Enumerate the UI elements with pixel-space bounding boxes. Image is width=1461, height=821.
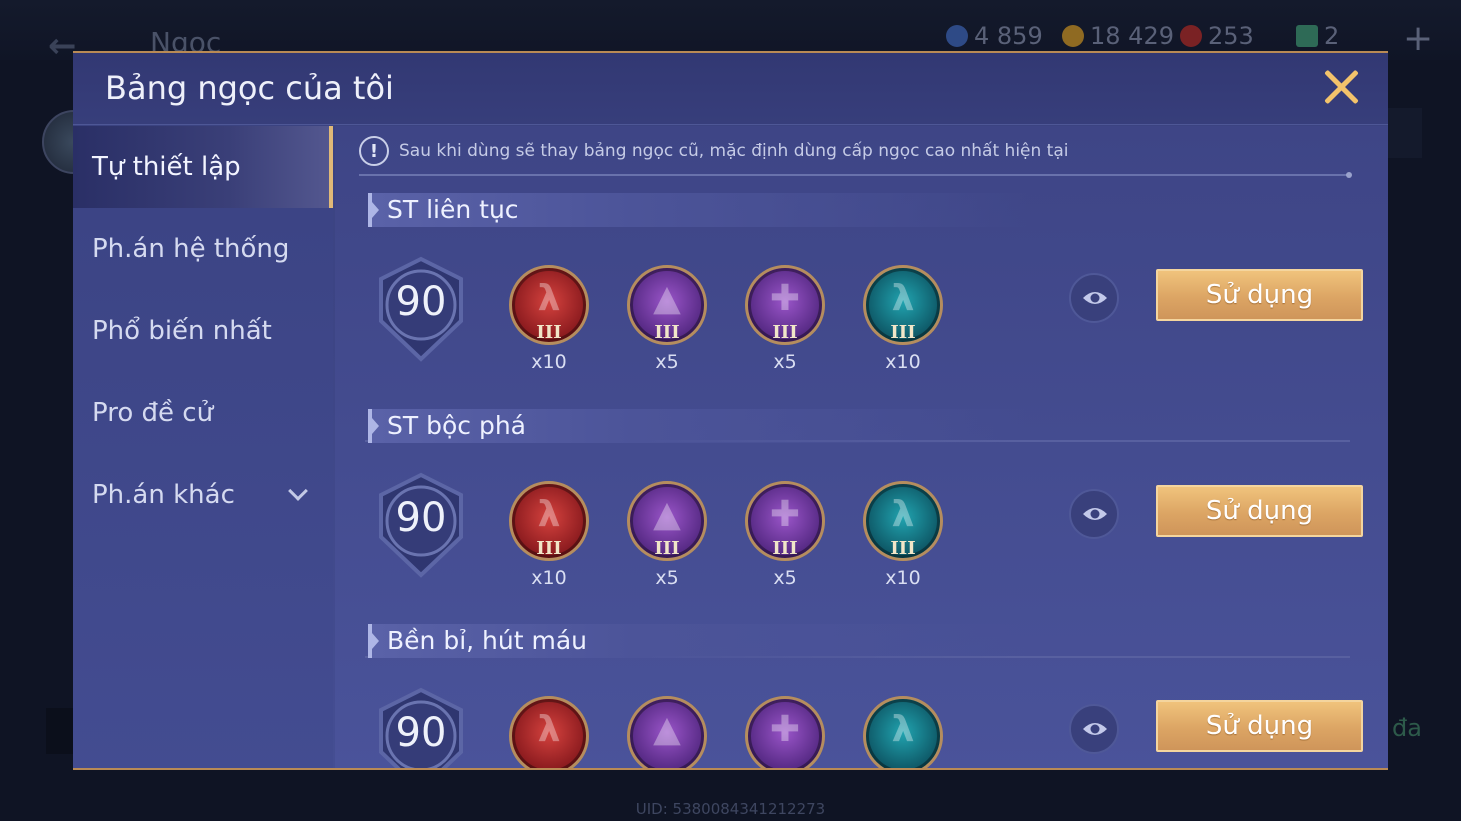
card-icon — [1296, 25, 1318, 47]
preset-row: ST liên tục 90 λ III x10 ▲ III x5 ✚ III … — [365, 193, 1365, 442]
gem-count: x10 — [531, 567, 567, 589]
gem-count: x5 — [773, 351, 797, 373]
gem-tier: III — [890, 322, 916, 343]
gem-slot: ▲ III x5 — [627, 265, 707, 373]
gem-count: x5 — [655, 351, 679, 373]
sidebar: Tự thiết lập Ph.án hệ thống Phổ biến nhấ… — [73, 126, 333, 768]
gem-slot: ▲ III x5 — [627, 481, 707, 589]
gem-count: x10 — [885, 567, 921, 589]
gold-coin-icon — [1062, 25, 1084, 47]
currency-blue-gem: 4 859 — [946, 22, 1043, 50]
notice-text: Sau khi dùng sẽ thay bảng ngọc cũ, mặc đ… — [399, 141, 1069, 161]
red-gem-icon — [1180, 25, 1202, 47]
use-button[interactable]: Sử dụng — [1156, 485, 1363, 537]
gem-tier: III — [536, 538, 562, 559]
red-gem-icon: λ III — [509, 481, 589, 561]
level-value: 90 — [395, 710, 447, 756]
modal-title: Bảng ngọc của tôi — [105, 69, 394, 107]
sidebar-item-label: Phổ biến nhất — [92, 316, 272, 346]
preset-row: ST bộc phá 90 λ III x10 ▲ III x5 ✚ III x… — [365, 409, 1365, 658]
sidebar-item-label: Ph.án hệ thống — [92, 234, 290, 264]
blue-gem-icon — [946, 25, 968, 47]
gem-count: x10 — [885, 351, 921, 373]
gem-slot: λ — [863, 696, 943, 768]
exclamation-icon: ! — [359, 136, 389, 166]
preview-eye-icon[interactable] — [1069, 489, 1119, 539]
gem-slot: λ III x10 — [509, 481, 589, 589]
gem-tier: III — [772, 322, 798, 343]
preview-eye-icon[interactable] — [1069, 273, 1119, 323]
gem-tier: III — [772, 538, 798, 559]
modal-header: Bảng ngọc của tôi — [73, 53, 1388, 125]
preset-header: Bền bỉ, hút máu — [368, 624, 1028, 658]
level-badge: 90 — [373, 686, 469, 768]
currency-red-gem: 253 — [1180, 22, 1254, 50]
gem-slot: λ III x10 — [863, 481, 943, 589]
preset-name: Bền bỉ, hút máu — [387, 626, 587, 655]
background-left-panel — [46, 708, 76, 754]
sidebar-item-popular[interactable]: Phổ biến nhất — [73, 290, 333, 372]
gem-slot: ✚ III x5 — [745, 265, 825, 373]
purple-drop-gem-icon: ▲ — [627, 696, 707, 768]
gem-count: x5 — [773, 567, 797, 589]
preset-row: Bền bỉ, hút máu 90 λ ▲ ✚ λ Sử dụng — [365, 624, 1365, 768]
sidebar-item-pro[interactable]: Pro đề cử — [73, 372, 333, 454]
gem-slot: λ — [509, 696, 589, 768]
currency-gold-coin-value: 18 429 — [1090, 22, 1174, 50]
use-button[interactable]: Sử dụng — [1156, 269, 1363, 321]
preset-header: ST bộc phá — [368, 409, 1028, 443]
chevron-down-icon[interactable] — [288, 481, 308, 501]
preset-list[interactable]: ! Sau khi dùng sẽ thay bảng ngọc cũ, mặc… — [335, 126, 1388, 768]
purple-drop-gem-icon: ▲ III — [627, 265, 707, 345]
preset-name: ST bộc phá — [387, 411, 526, 440]
gem-tier: III — [654, 322, 680, 343]
add-currency-icon[interactable]: + — [1403, 18, 1433, 59]
sidebar-item-other[interactable]: Ph.án khác — [73, 454, 333, 536]
use-button[interactable]: Sử dụng — [1156, 700, 1363, 752]
notice-divider — [359, 172, 1352, 178]
gem-slot: λ III x10 — [863, 265, 943, 373]
sidebar-item-custom[interactable]: Tự thiết lập — [73, 126, 333, 208]
level-value: 90 — [395, 279, 447, 325]
level-badge: 90 — [373, 255, 469, 363]
purple-lightning-gem-icon: ✚ III — [745, 265, 825, 345]
level-badge: 90 — [373, 471, 469, 579]
purple-lightning-gem-icon: ✚ III — [745, 481, 825, 561]
teal-gem-icon: λ III — [863, 265, 943, 345]
uid-label: UID: 5380084341212273 — [635, 800, 826, 818]
gem-slot: ✚ III x5 — [745, 481, 825, 589]
notice-bar: ! Sau khi dùng sẽ thay bảng ngọc cũ, mặc… — [359, 136, 1068, 166]
red-gem-icon: λ — [509, 696, 589, 768]
sidebar-item-label: Ph.án khác — [92, 480, 235, 510]
level-value: 90 — [395, 495, 447, 541]
preset-name: ST liên tục — [387, 195, 519, 224]
purple-drop-gem-icon: ▲ III — [627, 481, 707, 561]
background-right-panel — [1388, 108, 1422, 158]
gem-slot: ▲ — [627, 696, 707, 768]
background-right-text: đa — [1392, 714, 1422, 742]
gem-tier: III — [654, 538, 680, 559]
gem-tier: III — [536, 322, 562, 343]
preview-eye-icon[interactable] — [1069, 704, 1119, 754]
gem-count: x10 — [531, 351, 567, 373]
gem-slot: ✚ — [745, 696, 825, 768]
sidebar-item-label: Tự thiết lập — [92, 152, 241, 182]
preset-header: ST liên tục — [368, 193, 1028, 227]
currency-card: 2 — [1296, 22, 1339, 50]
rune-page-modal: Bảng ngọc của tôi Tự thiết lập Ph.án hệ … — [73, 51, 1388, 770]
currency-blue-gem-value: 4 859 — [974, 22, 1043, 50]
teal-gem-icon: λ III — [863, 481, 943, 561]
gem-slot: λ III x10 — [509, 265, 589, 373]
currency-gold-coin: 18 429 — [1062, 22, 1174, 50]
currency-red-gem-value: 253 — [1208, 22, 1254, 50]
gem-tier: III — [890, 538, 916, 559]
red-gem-icon: λ III — [509, 265, 589, 345]
close-icon[interactable] — [1321, 67, 1361, 107]
currency-card-value: 2 — [1324, 22, 1340, 50]
gem-count: x5 — [655, 567, 679, 589]
purple-lightning-gem-icon: ✚ — [745, 696, 825, 768]
teal-gem-icon: λ — [863, 696, 943, 768]
sidebar-item-system[interactable]: Ph.án hệ thống — [73, 208, 333, 290]
sidebar-item-label: Pro đề cử — [92, 398, 214, 428]
